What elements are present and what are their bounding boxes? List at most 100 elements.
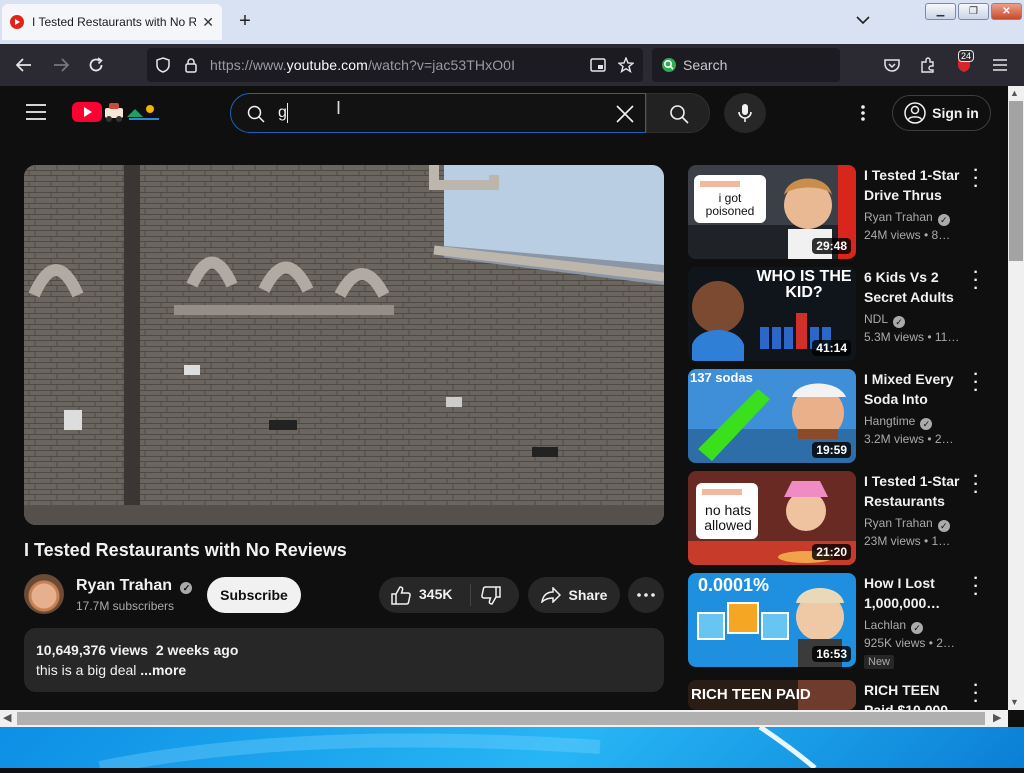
share-button[interactable]: Share <box>528 577 620 613</box>
scroll-left-arrow-icon[interactable]: ◀ <box>3 711 11 724</box>
recommendation-thumbnail[interactable]: no hats allowed 21:20 <box>688 471 856 565</box>
desktop-wallpaper-image <box>98 724 817 773</box>
recommendation-channel-name: Ryan Trahan <box>864 210 933 224</box>
recommendation-item[interactable]: WHO IS THE KID? 41:14 6 Kids Vs 2 Secret… <box>688 265 992 363</box>
duration-badge: 41:14 <box>812 340 851 356</box>
recommendation-meta: 3.2M views • 2… <box>864 432 954 446</box>
recommendation-item[interactable]: 0.0001% 16:53 How I Lost 1,000,000… Lach… <box>688 571 992 669</box>
tracking-protection-shield-icon[interactable] <box>152 54 174 76</box>
recommendation-item[interactable]: 137 sodas 19:59 I Mixed Every Soda Into … <box>688 367 992 465</box>
channel-name-link[interactable]: Ryan Trahan ✓ <box>76 577 193 595</box>
verified-check-icon: ✓ <box>937 520 950 532</box>
verified-check-icon: ✓ <box>911 622 924 634</box>
share-label: Share <box>568 587 608 603</box>
verified-check-icon: ✓ <box>937 214 950 226</box>
recommendation-menu-icon[interactable]: · · · <box>970 469 982 501</box>
forward-arrow-icon[interactable] <box>50 54 72 76</box>
recommendation-title: I Mixed Every Soda Into One… <box>864 371 954 407</box>
channel-avatar[interactable] <box>24 574 64 614</box>
like-count: 345K <box>419 586 453 602</box>
window-close-button[interactable]: ✕ <box>991 3 1022 20</box>
picture-in-picture-icon[interactable] <box>587 54 609 76</box>
url-text[interactable]: https://www.youtube.com/watch?v=jac53THx… <box>210 57 515 73</box>
list-all-tabs-chevron-icon[interactable] <box>856 12 870 26</box>
pocket-icon[interactable] <box>881 54 903 76</box>
hamburger-menu-icon[interactable] <box>989 54 1011 76</box>
recommendation-title: 6 Kids Vs 2 Secret Adults <box>864 269 954 305</box>
youtube-search-input[interactable]: g I <box>230 93 646 133</box>
browser-search-box[interactable] <box>652 48 840 82</box>
lock-icon[interactable] <box>180 54 202 76</box>
more-horizontal-icon <box>637 593 655 597</box>
thumbnail-caption: WHO IS THE KID? <box>756 268 852 301</box>
video-frame-image <box>24 165 664 525</box>
subscribe-button[interactable]: Subscribe <box>207 577 301 613</box>
thumbs-down-icon <box>481 586 501 605</box>
thumbnail-caption: no hats allowed <box>704 502 752 533</box>
recommendation-title: I Tested 1-Star Restaurants <box>864 473 960 509</box>
guide-menu-icon[interactable] <box>26 104 46 125</box>
sign-in-label: Sign in <box>932 105 979 121</box>
recommendation-menu-icon[interactable]: · · · <box>970 680 982 710</box>
scroll-right-arrow-icon[interactable]: ▶ <box>993 711 1001 724</box>
recommendation-item[interactable]: RICH TEEN PAID RICH TEEN Paid $10,000… ·… <box>688 680 992 710</box>
recommendation-channel: Lachlan ✓ <box>864 618 924 634</box>
recommendation-thumbnail[interactable]: i got poisoned 29:48 <box>688 165 856 259</box>
recommendation-menu-icon[interactable]: · · · <box>970 265 982 297</box>
description-box[interactable] <box>24 628 664 692</box>
video-player[interactable] <box>24 165 664 525</box>
thumbnail-caption: i got poisoned <box>705 191 755 218</box>
recommendation-channel-name: Ryan Trahan <box>864 516 933 530</box>
window-minimize-button[interactable]: ▁ <box>925 3 956 20</box>
thumbnail-caption: 0.0001% <box>698 575 770 595</box>
scroll-down-arrow-icon[interactable]: ▼ <box>1010 697 1019 707</box>
desktop-taskbar <box>0 724 1024 773</box>
bookmark-star-icon[interactable] <box>615 54 637 76</box>
youtube-search-button[interactable] <box>646 93 710 133</box>
recommendation-menu-icon[interactable]: · · · <box>970 367 982 399</box>
recommendation-menu-icon[interactable]: · · · <box>970 163 982 195</box>
recommendation-title: I Tested 1-Star Drive Thrus <box>864 167 960 203</box>
recommendation-thumbnail[interactable]: RICH TEEN PAID <box>688 680 856 710</box>
new-badge: New <box>864 655 895 669</box>
new-tab-button[interactable]: + <box>234 10 256 33</box>
recommendation-meta: 23M views • 1… <box>864 534 951 548</box>
video-title: I Tested Restaurants with No Reviews <box>24 540 347 560</box>
url-path: /watch?v=jac53THxO0I <box>367 57 516 73</box>
settings-more-icon[interactable] <box>857 104 869 122</box>
reload-icon[interactable] <box>85 54 107 76</box>
duration-badge: 21:20 <box>812 544 851 560</box>
description-text: this is a big deal ...more <box>36 662 186 678</box>
recommendation-channel: Ryan Trahan ✓ <box>864 210 950 226</box>
tab-close-icon[interactable]: ✕ <box>202 14 214 31</box>
more-actions-button[interactable] <box>628 577 664 613</box>
recommendation-title: RICH TEEN Paid $10,000… <box>864 682 963 710</box>
channel-name: Ryan Trahan <box>76 577 173 594</box>
browser-tab-active[interactable]: I Tested Restaurants with No Re ✕ <box>2 4 222 40</box>
text-cursor <box>287 103 288 123</box>
recommendation-menu-icon[interactable]: · · · <box>970 571 982 603</box>
recommendation-item[interactable]: no hats allowed 21:20 I Tested 1-Star Re… <box>688 469 992 567</box>
duration-badge: 16:53 <box>812 646 851 662</box>
horizontal-scrollbar-thumb[interactable] <box>17 712 985 725</box>
clear-search-icon[interactable] <box>615 104 635 129</box>
description-more-link[interactable]: ...more <box>140 662 186 678</box>
extensions-puzzle-icon[interactable] <box>917 54 939 76</box>
recommendation-thumbnail[interactable]: WHO IS THE KID? 41:14 <box>688 267 856 361</box>
window-maximize-button[interactable]: ❐ <box>958 3 989 20</box>
scroll-up-arrow-icon[interactable]: ▲ <box>1010 88 1019 98</box>
duration-badge: 29:48 <box>812 238 851 254</box>
search-query-text: g <box>278 104 287 121</box>
voice-search-button[interactable] <box>724 93 766 133</box>
recommendation-thumbnail[interactable]: 0.0001% 16:53 <box>688 573 856 667</box>
vertical-scrollbar-thumb[interactable] <box>1009 101 1023 261</box>
back-arrow-icon[interactable] <box>13 54 35 76</box>
recommendation-channel-name: NDL <box>864 312 889 326</box>
recommendation-item[interactable]: i got poisoned 29:48 I Tested 1-Star Dri… <box>688 163 992 261</box>
sign-in-button[interactable]: Sign in <box>892 95 991 131</box>
recommendation-thumbnail[interactable]: 137 sodas 19:59 <box>688 369 856 463</box>
dislike-button[interactable] <box>471 577 519 613</box>
youtube-logo[interactable] <box>71 99 161 125</box>
verified-check-icon: ✓ <box>180 582 193 594</box>
recommendation-meta: 5.3M views • 11… <box>864 330 960 344</box>
